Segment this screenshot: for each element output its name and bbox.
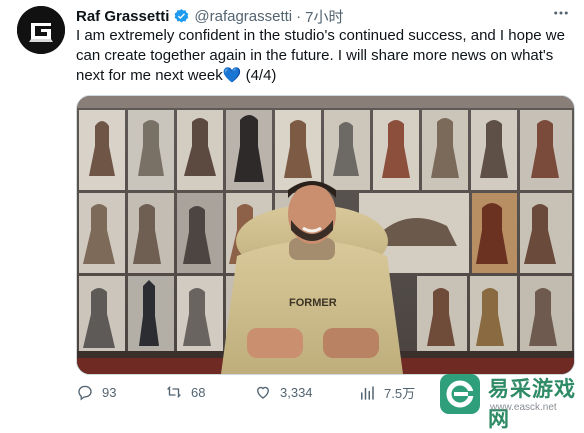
reply-icon [78,385,92,401]
heart-icon [257,386,269,399]
tweet-body: I am extremely confident in the studio's… [76,27,565,84]
separator-dot: · [296,7,302,25]
tweet-photo[interactable]: FORMER [76,95,575,375]
like-button[interactable]: 3,334 [254,383,313,401]
tweet-action-bar: 93 68 3,334 7.5万 [76,383,496,407]
reply-button[interactable]: 93 [76,383,116,401]
author-handle[interactable]: @rafagrassetti [194,8,292,25]
retweet-count: 68 [191,384,206,400]
verified-badge-icon [175,8,189,23]
tweet-timestamp[interactable]: 7小时 [305,6,343,27]
site-watermark: 易采游戏网 www.easck.net [438,372,584,431]
view-count: 7.5万 [384,386,416,401]
more-options-icon[interactable] [552,4,570,27]
tweet-header: Raf Grassetti @rafagrassetti · 7小时 [76,6,343,26]
retweet-icon [167,386,181,398]
watermark-url: www.easck.net [490,402,557,413]
concept-art-row-1 [79,110,572,190]
views-chart-icon [361,385,374,400]
author-avatar[interactable] [17,6,65,54]
reply-count: 93 [102,384,117,400]
photo-artwork-wall: FORMER [77,96,574,374]
like-count: 3,334 [280,384,313,400]
blue-heart-emoji: 💙 [222,67,242,84]
tweet-text: I am extremely confident in the studio's… [76,26,576,86]
studio-logo-icon [17,6,65,54]
thread-counter: (4/4) [241,67,277,84]
views-button[interactable]: 7.5万 [358,383,415,402]
watermark-logo-icon [440,374,480,414]
retweet-button[interactable]: 68 [165,383,205,401]
author-name[interactable]: Raf Grassetti [76,8,169,25]
hoodie-print: FORMER [289,297,337,309]
